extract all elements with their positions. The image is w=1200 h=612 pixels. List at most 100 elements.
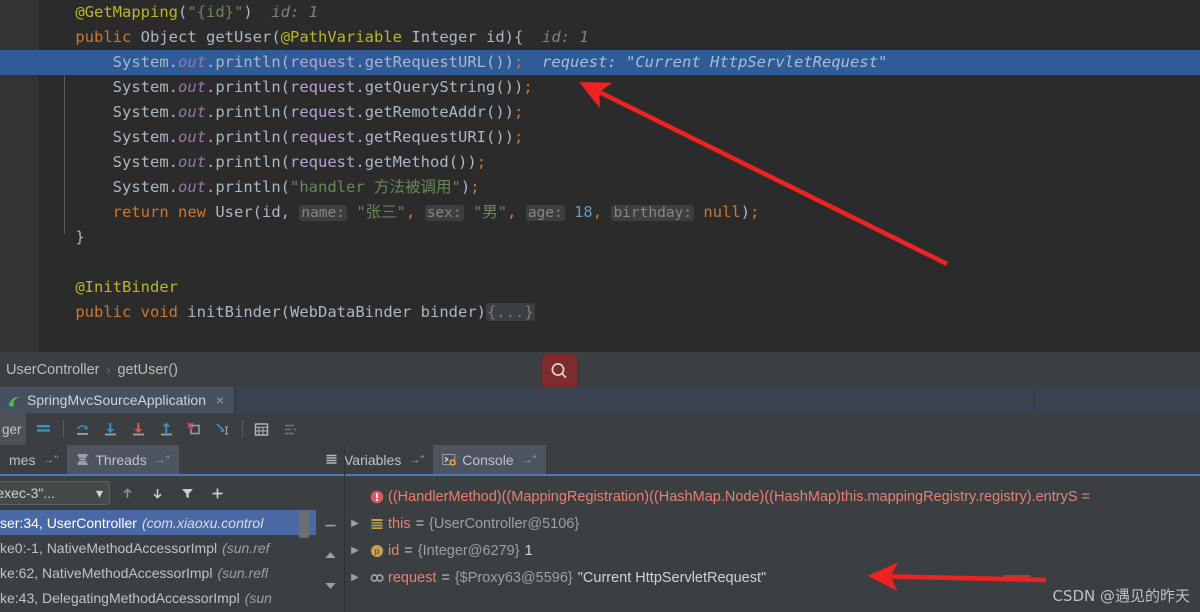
- code-line[interactable]: System.out.println(request.getRequestURL…: [0, 50, 1200, 75]
- variable-row[interactable]: ▶ this = {UserController@5106}: [344, 510, 1200, 537]
- pin-icon-console[interactable]: →": [522, 454, 537, 466]
- code-token: out: [178, 78, 206, 96]
- chevron-down-icon[interactable]: ▾: [96, 485, 103, 502]
- frames-tab-filler: [179, 445, 316, 474]
- code-line[interactable]: @InitBinder: [0, 275, 1200, 300]
- trace-current-stream-icon[interactable]: [276, 415, 304, 443]
- frames-tab-strip[interactable]: mes →" Threads →": [0, 445, 316, 476]
- frames-list[interactable]: ser:34, UserController (com.xiaoxu.contro…: [0, 510, 316, 612]
- search-everywhere-button[interactable]: [542, 354, 577, 389]
- add-frame-filter-button[interactable]: [204, 481, 230, 505]
- code-line[interactable]: @GetMapping("{id}") id: 1: [0, 0, 1200, 25]
- tab-variables[interactable]: Variables →": [316, 445, 433, 474]
- expand-triangle-icon[interactable]: ▶: [344, 545, 366, 556]
- code-token: Integer: [411, 28, 477, 46]
- code-lines[interactable]: @GetMapping("{id}") id: 1 public Object …: [0, 0, 1200, 352]
- frames-pane: mes →" Threads →" ttp-nio-8080-exec-3"..…: [0, 445, 316, 612]
- breadcrumb-method[interactable]: getUser(): [117, 362, 177, 378]
- code-line[interactable]: System.out.println("handler 方法被调用");: [0, 175, 1200, 200]
- code-line[interactable]: public void initBinder(WebDataBinder bin…: [0, 300, 1200, 325]
- code-line[interactable]: public Object getUser(@PathVariable Inte…: [0, 25, 1200, 50]
- run-to-cursor-icon[interactable]: [209, 415, 237, 443]
- expand-triangle-icon[interactable]: ▶: [344, 518, 366, 529]
- frame-row[interactable]: ke0:-1, NativeMethodAccessorImpl (sun.ref: [0, 535, 316, 560]
- console-icon: [442, 453, 457, 466]
- variables-label: Variables: [344, 451, 402, 468]
- run-tab-spring-app[interactable]: SpringMvcSourceApplication ×: [0, 387, 236, 413]
- code-line[interactable]: [0, 250, 1200, 275]
- tab-frames[interactable]: mes →": [0, 445, 67, 474]
- error-icon: [366, 490, 388, 504]
- step-over-icon[interactable]: [69, 415, 97, 443]
- code-token: sex:: [424, 205, 464, 221]
- debug-toolbar[interactable]: ger: [0, 413, 1200, 445]
- tab-console[interactable]: Console →": [433, 445, 546, 474]
- step-out-icon[interactable]: [153, 415, 181, 443]
- frame-row[interactable]: ke:43, DelegatingMethodAccessorImpl (sun: [0, 585, 316, 610]
- force-step-into-icon[interactable]: [125, 415, 153, 443]
- code-token: request: [290, 153, 356, 171]
- code-token: .: [355, 103, 365, 121]
- code-token: 18: [574, 203, 593, 221]
- variable-name: request: [388, 569, 437, 586]
- code-token: id){: [476, 28, 524, 46]
- jump-down-icon[interactable]: [144, 481, 170, 505]
- code-token: request: [290, 78, 356, 96]
- code-token: "张三": [356, 203, 407, 221]
- pin-icon-variables[interactable]: →": [409, 454, 424, 466]
- code-token: .: [355, 128, 365, 146]
- step-into-icon[interactable]: [97, 415, 125, 443]
- thread-selector[interactable]: ttp-nio-8080-exec-3"... ▾: [0, 481, 110, 505]
- code-token: ;: [514, 128, 524, 146]
- tab-threads[interactable]: Threads →": [67, 445, 179, 474]
- code-token: (: [271, 28, 281, 46]
- code-line[interactable]: System.out.println(request.getQueryStrin…: [0, 75, 1200, 100]
- jump-up-icon[interactable]: [114, 481, 140, 505]
- code-token: println: [215, 53, 281, 71]
- code-editor[interactable]: @GetMapping("{id}") id: 1 public Object …: [0, 0, 1200, 352]
- frame-row[interactable]: ser:34, UserController (com.xiaoxu.contro…: [0, 510, 316, 535]
- code-token: initBinder: [187, 303, 281, 321]
- frame-row[interactable]: ke:62, NativeMethodAccessorImpl (sun.refl: [0, 560, 316, 585]
- code-token: (: [280, 153, 291, 171]
- frames-toolbar[interactable]: ttp-nio-8080-exec-3"... ▾: [0, 476, 316, 510]
- code-token: out: [178, 103, 206, 121]
- variables-error-text: ((HandlerMethod)((MappingRegistration)((…: [388, 488, 1091, 505]
- code-token: request: [290, 103, 356, 121]
- code-line[interactable]: System.out.println(request.getRequestURI…: [0, 125, 1200, 150]
- code-token: request: [290, 53, 356, 71]
- variables-tab-strip[interactable]: Variables →" Console →": [316, 445, 1200, 476]
- code-token: .: [168, 53, 178, 71]
- evaluate-expression-icon[interactable]: [248, 415, 276, 443]
- code-token: ()): [486, 53, 515, 71]
- variable-extra: 1: [524, 542, 533, 559]
- pin-icon[interactable]: →": [43, 454, 58, 466]
- code-token: }: [75, 228, 85, 246]
- panes-splitter[interactable]: [344, 445, 345, 612]
- expand-triangle-icon[interactable]: ▶: [344, 572, 366, 583]
- variable-row[interactable]: ▶ p id = {Integer@6279} 1: [344, 537, 1200, 564]
- code-line[interactable]: System.out.println(request.getRemoteAddr…: [0, 100, 1200, 125]
- code-line[interactable]: System.out.println(request.getMethod());: [0, 150, 1200, 175]
- debugger-tab-label[interactable]: ger: [0, 413, 26, 445]
- frames-label: mes: [9, 451, 36, 468]
- code-line[interactable]: return new User(id, name: "张三", sex: "男"…: [0, 200, 1200, 225]
- run-tab-strip[interactable]: SpringMvcSourceApplication ×: [0, 387, 1200, 413]
- pin-icon-threads[interactable]: →": [155, 454, 170, 466]
- close-icon[interactable]: ×: [216, 392, 224, 408]
- code-line[interactable]: }: [0, 225, 1200, 250]
- resume-program-icon[interactable]: [30, 415, 58, 443]
- variables-error-row[interactable]: ((HandlerMethod)((MappingRegistration)((…: [344, 483, 1200, 510]
- frames-scrollbar[interactable]: [299, 510, 309, 538]
- code-token: "handler 方法被调用": [290, 178, 461, 196]
- breadcrumb-class[interactable]: UserController: [6, 362, 99, 378]
- filter-icon[interactable]: [174, 481, 200, 505]
- breadcrumb[interactable]: UserController › getUser(): [0, 352, 1200, 387]
- drop-frame-icon[interactable]: [181, 415, 209, 443]
